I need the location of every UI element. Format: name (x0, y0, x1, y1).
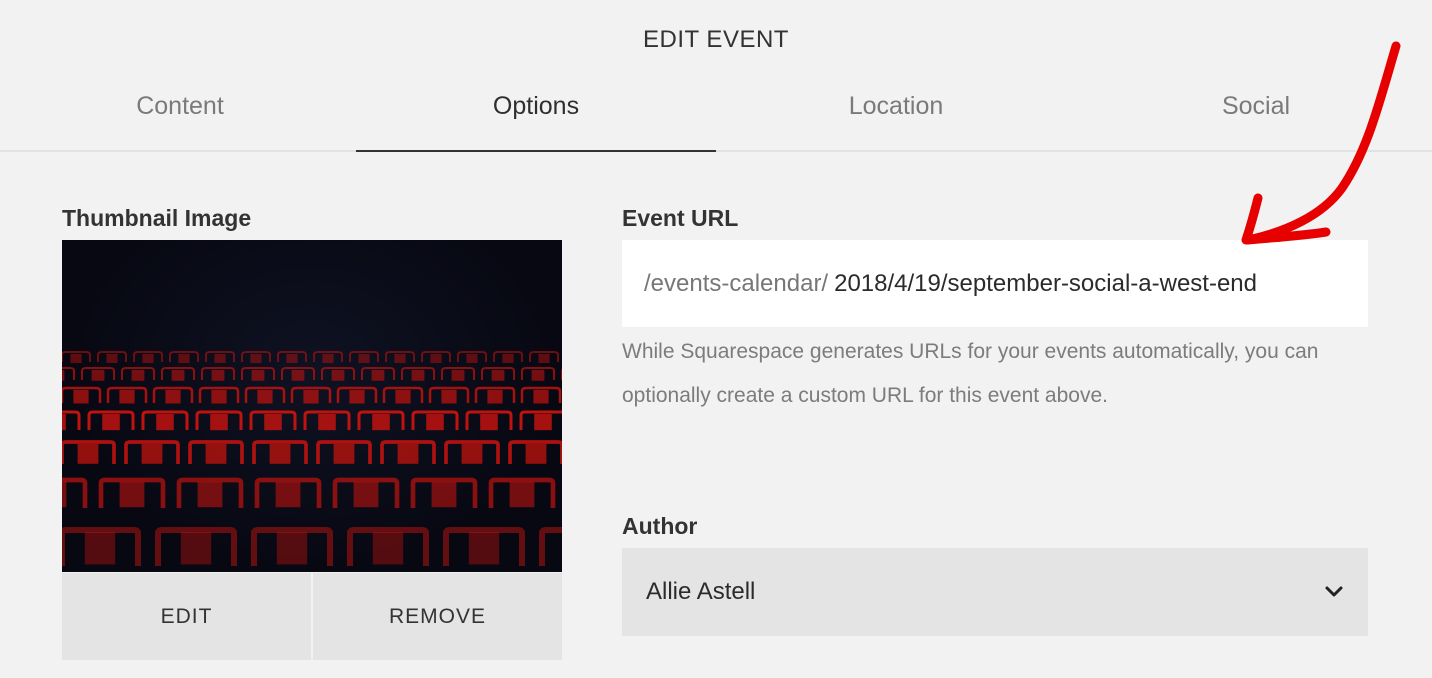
tab-bar: Content Options Location Social (0, 80, 1432, 152)
remove-thumbnail-button[interactable]: REMOVE (313, 573, 562, 660)
seat-back (180, 532, 212, 565)
seat-back (70, 354, 82, 363)
seat-back (119, 482, 145, 508)
seat-back (141, 444, 163, 464)
thumbnail-label: Thumbnail Image (62, 205, 252, 231)
seat-back (372, 532, 404, 565)
seat-back (430, 354, 442, 363)
seat-back (156, 414, 174, 431)
seat-back (211, 370, 225, 381)
seat-back (84, 532, 116, 565)
seat-back (275, 482, 301, 508)
seat-back (62, 370, 65, 381)
event-url-label: Event URL (622, 205, 739, 231)
seat-back (73, 390, 89, 404)
author-selected-value: Allie Astell (646, 578, 756, 605)
seat-back (62, 482, 67, 508)
tab-social[interactable]: Social (1076, 80, 1432, 152)
edit-event-dialog: EDIT EVENT Content Options Location Soci… (0, 0, 1432, 678)
seat-back (269, 444, 291, 464)
tab-location[interactable]: Location (716, 80, 1076, 152)
seat-back (251, 370, 265, 381)
seat-back (394, 354, 406, 363)
seat-shape (539, 527, 562, 566)
seat-back (395, 390, 411, 404)
seat-back (491, 370, 505, 381)
seat-back (165, 390, 181, 404)
seat-back (119, 390, 135, 404)
seat-back (525, 444, 547, 464)
seat-back (480, 414, 498, 431)
edit-thumbnail-button[interactable]: EDIT (62, 573, 311, 660)
seat-back (538, 354, 550, 363)
seat-back (431, 482, 457, 508)
seat-back (91, 370, 105, 381)
seat-back (534, 414, 552, 431)
seat-back (102, 414, 120, 431)
seat-back (441, 390, 457, 404)
seat-back (358, 354, 370, 363)
seat-back (291, 370, 305, 381)
seat-back (171, 370, 185, 381)
seat-back (77, 444, 99, 464)
seat-back (531, 370, 545, 381)
seat-back (210, 414, 228, 431)
author-label: Author (622, 513, 698, 539)
tab-content[interactable]: Content (0, 80, 360, 152)
author-select[interactable]: Allie Astell (622, 548, 1368, 636)
seat-back (533, 390, 549, 404)
seat-back (286, 354, 298, 363)
seat-back (250, 354, 262, 363)
seat-back (461, 444, 483, 464)
dialog-title: EDIT EVENT (643, 26, 789, 53)
seat-back (426, 414, 444, 431)
seat-back (318, 414, 336, 431)
seat-back (142, 354, 154, 363)
seat-back (264, 414, 282, 431)
seat-back (178, 354, 190, 363)
seat-back (131, 370, 145, 381)
seat-back (211, 390, 227, 404)
seat-back (197, 482, 223, 508)
seat-back (353, 482, 379, 508)
seat-back (257, 390, 273, 404)
seat-back (372, 414, 390, 431)
seat-back (205, 444, 227, 464)
seat-back (331, 370, 345, 381)
chevron-down-icon (1325, 586, 1343, 597)
seat-back (106, 354, 118, 363)
seat-back (397, 444, 419, 464)
url-prefix: /events-calendar/ (644, 269, 829, 297)
seat-back (411, 370, 425, 381)
seat-back (333, 444, 355, 464)
seat-back (62, 414, 66, 431)
event-url-help-text: While Squarespace generates URLs for you… (622, 340, 1319, 407)
seat-back (303, 390, 319, 404)
tab-options[interactable]: Options (356, 80, 716, 152)
seat-back (466, 354, 478, 363)
seat-back (276, 532, 308, 565)
event-url-field[interactable]: /events-calendar/ (622, 240, 1368, 327)
seat-back (349, 390, 365, 404)
event-url-input[interactable] (834, 269, 1315, 298)
theater-seats-photo (62, 351, 562, 566)
seat-back (322, 354, 334, 363)
seat-back (468, 532, 500, 565)
seat-back (451, 370, 465, 381)
seat-back (502, 354, 514, 363)
seat-back (487, 390, 503, 404)
seat-back (371, 370, 385, 381)
seat-back (509, 482, 535, 508)
thumbnail-image (62, 240, 562, 572)
seat-back (214, 354, 226, 363)
